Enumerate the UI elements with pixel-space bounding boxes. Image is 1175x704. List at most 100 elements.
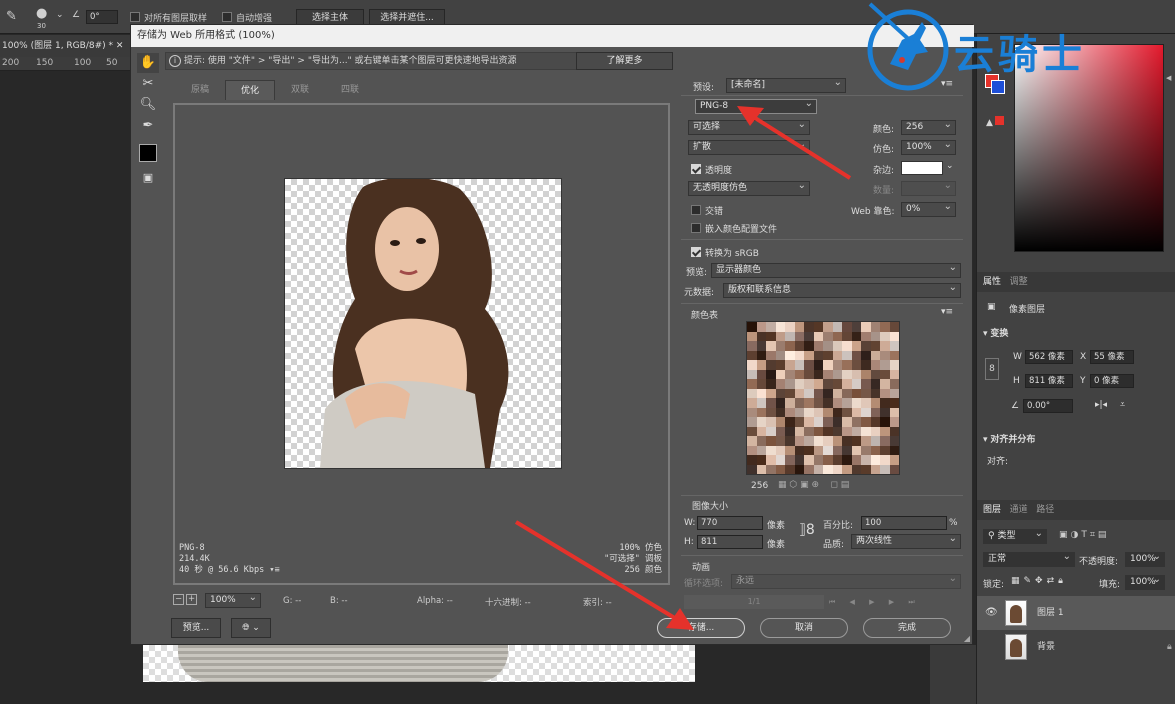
color-swatch[interactable] <box>785 388 795 398</box>
color-swatch[interactable] <box>832 464 842 474</box>
chevron-down-icon[interactable]: ⌄ <box>946 161 954 171</box>
color-swatch[interactable] <box>823 331 833 341</box>
width-input[interactable]: 770 <box>697 516 763 530</box>
color-swatch[interactable] <box>766 388 776 398</box>
link-icon[interactable]: 8 <box>985 358 999 380</box>
color-swatch[interactable] <box>756 445 766 455</box>
color-swatch[interactable] <box>870 417 880 427</box>
color-swatch[interactable] <box>861 407 871 417</box>
color-swatch[interactable] <box>832 322 842 332</box>
tab-optimized[interactable]: 优化 <box>225 80 275 100</box>
color-swatch[interactable] <box>766 398 776 408</box>
color-swatch[interactable] <box>851 379 861 389</box>
cancel-button[interactable]: 取消 <box>760 618 848 638</box>
color-swatch[interactable] <box>861 331 871 341</box>
color-swatch[interactable] <box>794 398 804 408</box>
color-swatch[interactable] <box>747 455 757 465</box>
color-swatch[interactable] <box>813 436 823 446</box>
color-swatch[interactable] <box>889 436 899 446</box>
color-swatch[interactable] <box>870 369 880 379</box>
color-swatch[interactable] <box>880 464 890 474</box>
tab-channels[interactable]: 通道 <box>1010 505 1028 515</box>
color-swatch[interactable] <box>775 388 785 398</box>
color-swatch[interactable] <box>880 455 890 465</box>
transparency-dither-select[interactable]: 无透明度仿色 <box>688 181 810 196</box>
color-swatch[interactable] <box>823 369 833 379</box>
color-swatch[interactable] <box>851 341 861 351</box>
color-swatch[interactable] <box>880 388 890 398</box>
web-snap-select[interactable]: 0% <box>901 202 956 217</box>
color-swatch[interactable] <box>775 360 785 370</box>
convert-srgb-checkbox[interactable]: 转换为 sRGB <box>691 246 759 259</box>
color-swatch[interactable] <box>880 407 890 417</box>
color-swatch[interactable] <box>766 455 776 465</box>
save-button[interactable]: 存储... <box>657 618 745 638</box>
fill-input[interactable]: 100% <box>1125 575 1165 590</box>
color-swatch[interactable] <box>804 379 814 389</box>
color-swatch[interactable] <box>766 331 776 341</box>
tab-paths[interactable]: 路径 <box>1036 505 1054 515</box>
color-swatch[interactable] <box>756 407 766 417</box>
preview-profile-select[interactable]: 显示器颜色 <box>711 263 961 278</box>
tab-2up[interactable]: 双联 <box>275 80 325 100</box>
done-button[interactable]: 完成 <box>863 618 951 638</box>
color-swatch[interactable] <box>756 398 766 408</box>
color-swatch[interactable] <box>842 407 852 417</box>
zoom-tool-icon[interactable]: 🔍︎ <box>137 95 159 115</box>
menu-icon[interactable]: ▾≡ <box>269 565 279 575</box>
color-swatch[interactable] <box>861 445 871 455</box>
hue-slider-icon[interactable]: ◀ <box>1166 74 1171 82</box>
x-input[interactable]: 55 像素 <box>1090 350 1134 364</box>
color-swatch[interactable] <box>870 360 880 370</box>
color-swatch[interactable] <box>756 455 766 465</box>
link-icon[interactable]: ⟧8 <box>799 522 815 538</box>
color-swatch[interactable] <box>870 388 880 398</box>
tab-adjustments[interactable]: 调整 <box>1010 277 1028 287</box>
color-swatch[interactable] <box>851 455 861 465</box>
zoom-out-icon[interactable]: − <box>173 594 184 605</box>
color-swatch[interactable] <box>775 436 785 446</box>
eyedropper-icon[interactable]: ✒ <box>137 116 159 136</box>
color-swatch[interactable] <box>842 388 852 398</box>
color-swatch[interactable] <box>889 398 899 408</box>
color-swatch[interactable] <box>889 360 899 370</box>
slice-select-icon[interactable]: ✂ <box>137 74 159 94</box>
color-swatch[interactable] <box>804 417 814 427</box>
browser-preview-icon[interactable]: 🌐︎ ⌄ <box>231 618 271 638</box>
color-swatch[interactable] <box>823 341 833 351</box>
color-swatch[interactable] <box>870 331 880 341</box>
color-swatch[interactable] <box>756 464 766 474</box>
color-swatch[interactable] <box>766 417 776 427</box>
color-swatch[interactable] <box>747 436 757 446</box>
color-swatch[interactable] <box>823 379 833 389</box>
color-swatch[interactable] <box>842 398 852 408</box>
color-swatch[interactable] <box>813 341 823 351</box>
color-swatch[interactable] <box>832 360 842 370</box>
color-swatch[interactable] <box>756 322 766 332</box>
color-swatch[interactable] <box>785 379 795 389</box>
color-swatch[interactable] <box>766 407 776 417</box>
color-swatch[interactable] <box>842 464 852 474</box>
color-swatch[interactable] <box>832 350 842 360</box>
color-swatch[interactable] <box>785 445 795 455</box>
color-swatch[interactable] <box>880 350 890 360</box>
color-swatch[interactable] <box>861 369 871 379</box>
color-swatch[interactable] <box>842 455 852 465</box>
color-swatch[interactable] <box>889 341 899 351</box>
color-swatch[interactable] <box>756 341 766 351</box>
color-swatch[interactable] <box>747 341 757 351</box>
color-swatch[interactable] <box>823 436 833 446</box>
embed-profile-checkbox[interactable]: 嵌入颜色配置文件 <box>691 222 777 235</box>
color-swatch[interactable] <box>851 331 861 341</box>
color-swatch[interactable] <box>823 350 833 360</box>
color-reduction-select[interactable]: 可选择 <box>688 120 810 135</box>
color-swatch[interactable] <box>813 426 823 436</box>
color-swatch[interactable] <box>804 331 814 341</box>
color-swatch[interactable] <box>889 331 899 341</box>
color-swatch[interactable] <box>832 341 842 351</box>
align-section[interactable]: ▾ 对齐并分布 <box>983 432 1035 445</box>
interlaced-checkbox[interactable]: 交错 <box>691 204 723 217</box>
color-swatch[interactable] <box>785 322 795 332</box>
color-swatch[interactable] <box>832 369 842 379</box>
color-swatch[interactable] <box>747 464 757 474</box>
